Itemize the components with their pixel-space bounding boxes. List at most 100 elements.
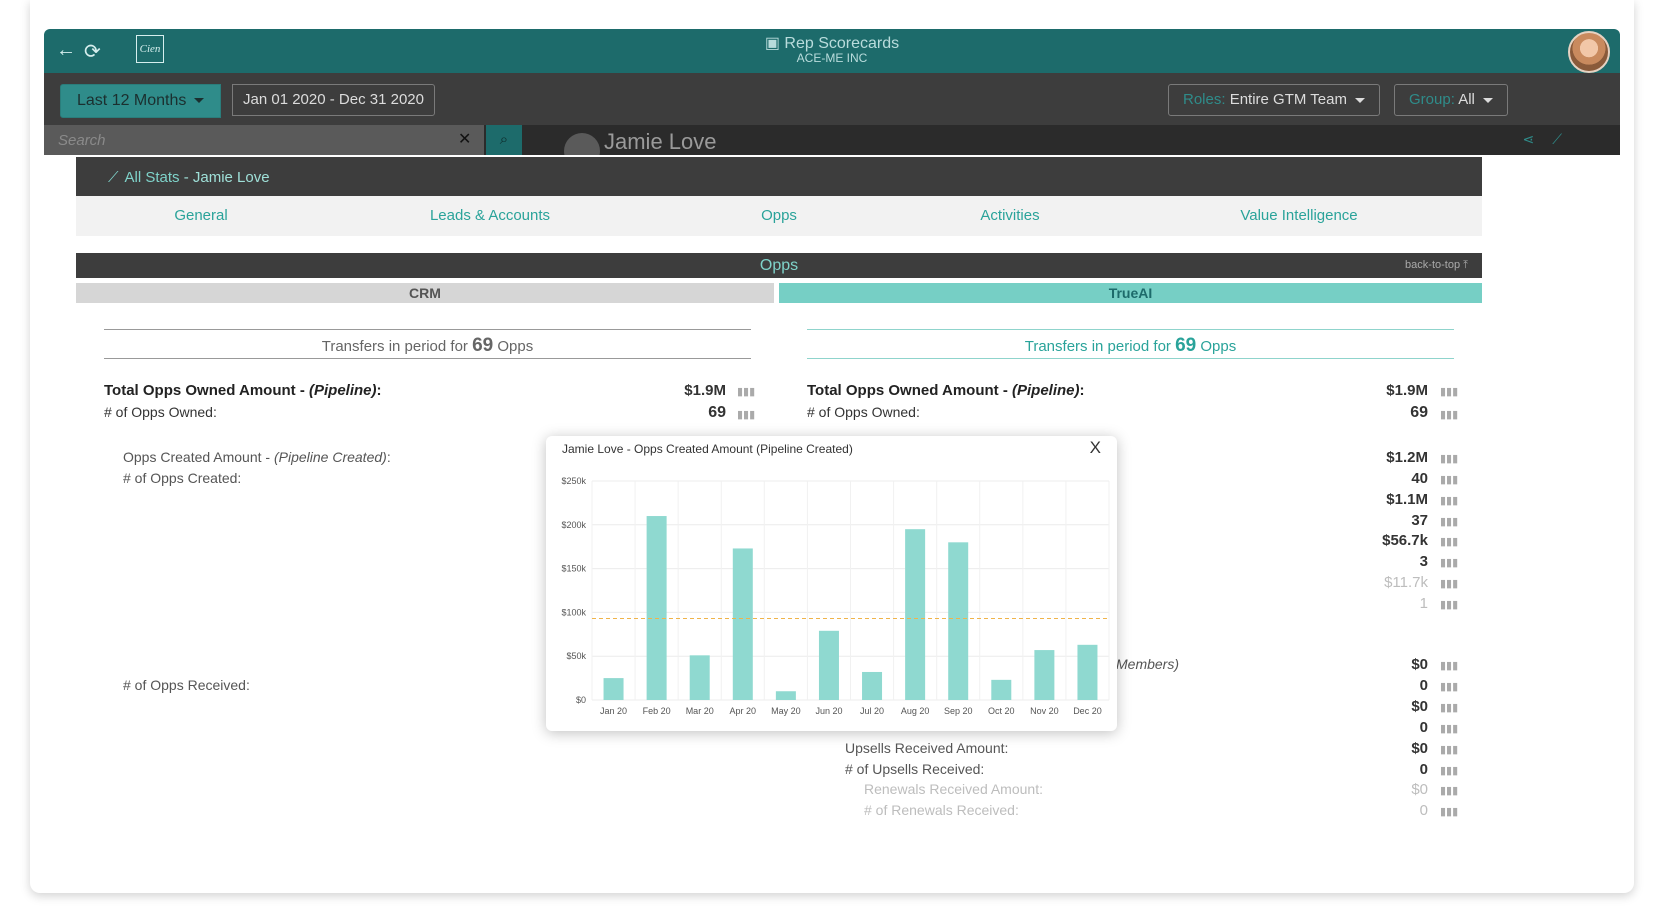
crm-num-owned-label: # of Opps Owned:	[104, 404, 217, 420]
bar-chart-icon[interactable]: ▮▮▮	[1440, 385, 1458, 398]
trueai-value: $1.2M	[1386, 449, 1428, 466]
trueai-value: 1	[1419, 595, 1428, 612]
section-title: Opps	[759, 257, 799, 274]
trueai-num-owned-value: 69	[1410, 404, 1428, 421]
period-dropdown[interactable]: Last 12 Months	[60, 84, 222, 118]
y-tick-label: $0	[576, 695, 586, 705]
popup-title: Jamie Love - Opps Created Amount (Pipeli…	[562, 442, 853, 456]
x-tick-label: Nov 20	[1030, 706, 1059, 716]
tab-leads-accounts[interactable]: Leads & Accounts	[430, 196, 550, 236]
crm-total-owned-value: $1.9M	[684, 382, 726, 399]
bar-chart-icon[interactable]: ▮▮▮	[737, 385, 755, 398]
bar-chart-icon[interactable]: ▮▮▮	[1440, 494, 1458, 507]
search-button[interactable]: ⌕	[486, 125, 522, 155]
trueai-transfers-header: Transfers in period for 69 Opps	[807, 329, 1454, 359]
trueai-upsells-count-label: # of Upsells Received:	[845, 761, 985, 777]
bar	[1077, 644, 1098, 700]
bar-chart-icon[interactable]: ▮▮▮	[1440, 598, 1458, 611]
bar-chart-icon[interactable]: ▮▮▮	[1440, 452, 1458, 465]
all-stats-person: - Jamie Love	[183, 169, 270, 186]
stats-tabs: General Leads & Accounts Opps Activities…	[76, 196, 1482, 236]
trueai-renewals-count-label: # of Renewals Received:	[864, 802, 1019, 818]
trueai-subtab[interactable]: TrueAI	[779, 283, 1482, 303]
trueai-value: 0	[1419, 761, 1428, 778]
x-tick-label: Jul 20	[860, 706, 884, 716]
bar-chart-icon[interactable]: ▮▮▮	[1440, 680, 1458, 693]
trueai-value: $0	[1411, 656, 1428, 673]
tab-general[interactable]: General	[174, 196, 227, 236]
bar-chart-icon[interactable]: ▮▮▮	[1440, 805, 1458, 818]
trueai-members-label-fragment: Members)	[1116, 656, 1180, 672]
tab-activities[interactable]: Activities	[980, 196, 1039, 236]
x-tick-label: Apr 20	[730, 706, 757, 716]
search-input[interactable]	[44, 125, 484, 155]
bar-chart-icon[interactable]: ▮▮▮	[1440, 764, 1458, 777]
trueai-value: $1.1M	[1386, 491, 1428, 508]
group-dropdown[interactable]: Group: All	[1394, 84, 1508, 116]
close-icon[interactable]: ✕	[458, 129, 471, 149]
share-icon[interactable]: ⋖	[1522, 131, 1552, 147]
crm-total-owned-label: Total Opps Owned Amount - (Pipeline):	[104, 382, 382, 399]
crm-transfers-header: Transfers in period for 69 Opps	[104, 329, 751, 359]
search-icon: ⌕	[499, 131, 509, 148]
filter-bar: Last 12 Months Jan 01 2020 - Dec 31 2020…	[44, 73, 1620, 125]
opps-created-bar-chart: $0 $50k $100k $150k $200k $250k Jan 20 Feb 20 Ma…	[561, 476, 1110, 716]
bar-chart-icon[interactable]: ▮▮▮	[1440, 473, 1458, 486]
bar-chart-icon[interactable]: ▮▮▮	[1440, 701, 1458, 714]
x-tick-label: Oct 20	[988, 706, 1015, 716]
profile-name: Jamie Love	[604, 129, 717, 154]
trueai-value: $56.7k	[1382, 532, 1428, 549]
trueai-value: 0	[1419, 677, 1428, 694]
x-tick-label: May 20	[771, 706, 801, 716]
trueai-value: 0	[1419, 719, 1428, 736]
bar	[603, 678, 624, 700]
crm-created-amount-label: Opps Created Amount - (Pipeline Created)…	[123, 449, 391, 465]
bar-chart-icon[interactable]: ▮▮▮	[1440, 515, 1458, 528]
trueai-value: $0	[1411, 740, 1428, 757]
bar-chart-icon[interactable]: ▮▮▮	[1440, 722, 1458, 735]
all-stats-title: All Stats	[124, 169, 180, 186]
roles-dropdown[interactable]: Roles: Entire GTM Team	[1168, 84, 1380, 116]
all-stats-header: ⟋ All Stats - Jamie Love	[76, 157, 1482, 196]
back-to-top-link[interactable]: back-to-top ⤒	[1405, 253, 1468, 278]
tab-opps[interactable]: Opps	[761, 196, 797, 236]
y-tick-label: $200k	[561, 520, 586, 530]
chevron-down-icon	[1354, 97, 1365, 103]
chart-popup: Jamie Love - Opps Created Amount (Pipeli…	[546, 436, 1117, 731]
bar-chart-icon[interactable]: ▮▮▮	[1440, 535, 1458, 548]
crm-num-owned-value: 69	[708, 404, 726, 421]
x-tick-label: Jan 20	[600, 706, 627, 716]
user-avatar[interactable]	[1568, 31, 1610, 73]
x-tick-label: Dec 20	[1073, 706, 1102, 716]
trueai-value: $0	[1411, 781, 1428, 798]
bar-chart-icon[interactable]: ▮▮▮	[1440, 408, 1458, 421]
bar	[646, 516, 667, 700]
trueai-value: 37	[1411, 512, 1428, 529]
bar	[818, 630, 839, 700]
company-name: ACE-ME INC	[796, 51, 868, 65]
close-button[interactable]: X	[1090, 438, 1101, 458]
opps-section-bar: Opps back-to-top ⤒	[76, 253, 1482, 278]
y-tick-label: $100k	[561, 607, 586, 617]
bar-chart-icon[interactable]: ▮▮▮	[1440, 784, 1458, 797]
date-range-field[interactable]: Jan 01 2020 - Dec 31 2020	[232, 84, 435, 116]
trueai-value: 0	[1419, 802, 1428, 819]
tab-value-intelligence[interactable]: Value Intelligence	[1240, 196, 1357, 236]
bar-chart-icon[interactable]: ▮▮▮	[1440, 556, 1458, 569]
bar-chart-icon[interactable]: ▮▮▮	[1440, 577, 1458, 590]
bar-chart-icon[interactable]: ▮▮▮	[1440, 659, 1458, 672]
chevron-down-icon	[1482, 97, 1493, 103]
crm-num-received-label: # of Opps Received:	[123, 677, 250, 693]
crm-subtab[interactable]: CRM	[76, 283, 774, 303]
scorecard-icon: ▣	[764, 35, 785, 52]
chart-icon[interactable]: ⟋	[1552, 131, 1580, 147]
bar	[1034, 650, 1055, 700]
trueai-value: 3	[1419, 553, 1428, 570]
bar	[862, 671, 883, 700]
trueai-num-owned-label: # of Opps Owned:	[807, 404, 920, 420]
x-tick-label: Aug 20	[901, 706, 930, 716]
y-tick-label: $150k	[561, 564, 586, 574]
bar-chart-icon[interactable]: ▮▮▮	[737, 408, 755, 421]
bar-chart-icon[interactable]: ▮▮▮	[1440, 743, 1458, 756]
bar	[732, 548, 753, 700]
